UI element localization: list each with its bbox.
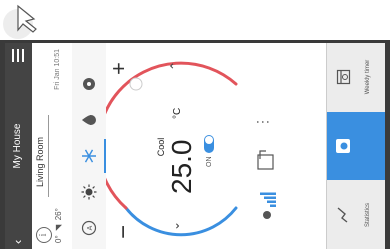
auto-mode-icon[interactable]: A bbox=[72, 211, 106, 245]
setpoint-value: 25.0 bbox=[166, 139, 197, 195]
snowflake-icon[interactable] bbox=[72, 139, 106, 173]
weather-readout: 0° ◥ 26° bbox=[54, 208, 63, 243]
outdoor-humidity: 26° bbox=[54, 208, 63, 221]
minus-button[interactable]: − bbox=[110, 225, 138, 239]
room-name[interactable]: Living Room bbox=[35, 137, 45, 187]
tab-thermostat[interactable] bbox=[327, 112, 385, 180]
hold-icon[interactable] bbox=[256, 149, 276, 171]
device-frame: ‹ My House i Living Room 0° ◥ 26° Fri Ja… bbox=[0, 40, 390, 249]
temperature-unit: °C bbox=[172, 107, 183, 119]
app-header: ‹ My House bbox=[5, 43, 32, 249]
menu-icon[interactable] bbox=[12, 49, 24, 62]
tab-statistics[interactable]: Statistics bbox=[327, 181, 385, 249]
tab-label: Statistics bbox=[365, 203, 371, 228]
plus-button[interactable]: + bbox=[106, 62, 132, 75]
room-bar: i Living Room 0° ◥ 26° Fri Jan 10:51 bbox=[32, 43, 73, 249]
mode-bar: A bbox=[72, 43, 107, 249]
fan-mode-icon[interactable] bbox=[72, 67, 106, 101]
drop-icon[interactable] bbox=[72, 103, 106, 137]
power-label: ON bbox=[206, 156, 213, 168]
pointer-arrow-icon bbox=[0, 0, 50, 44]
sun-icon[interactable] bbox=[72, 175, 106, 209]
app: ‹ My House i Living Room 0° ◥ 26° Fri Ja… bbox=[5, 43, 385, 249]
date-time: Fri Jan 10:51 bbox=[54, 49, 61, 90]
more-icon[interactable]: ⋮ bbox=[254, 114, 271, 129]
weekly-timer-icon bbox=[336, 69, 351, 85]
bottom-nav: Statistics Weekly timer bbox=[326, 43, 385, 249]
chevron-up-icon[interactable]: ⌃ bbox=[168, 61, 182, 71]
power-toggle[interactable] bbox=[204, 135, 214, 153]
chevron-down-icon[interactable]: ⌄ bbox=[168, 221, 182, 231]
room-name-underline bbox=[48, 115, 49, 197]
thermostat-icon bbox=[336, 139, 350, 153]
svg-text:A: A bbox=[87, 225, 94, 230]
tab-weekly-timer[interactable]: Weekly timer bbox=[327, 43, 385, 111]
fan-speed-icon[interactable] bbox=[256, 191, 278, 221]
page-title: My House bbox=[12, 123, 23, 169]
statistics-icon bbox=[337, 207, 348, 223]
thermostat-panel: + − ⌃ ⌄ Cool 25.0 °C ON ⋮ bbox=[106, 43, 326, 249]
mode-label: Cool bbox=[156, 137, 166, 157]
tab-label: Weekly timer bbox=[365, 59, 371, 95]
info-icon[interactable]: i bbox=[36, 227, 52, 243]
outdoor-temp: 0° bbox=[54, 235, 63, 243]
screen: ‹ My House i Living Room 0° ◥ 26° Fri Ja… bbox=[5, 43, 385, 249]
